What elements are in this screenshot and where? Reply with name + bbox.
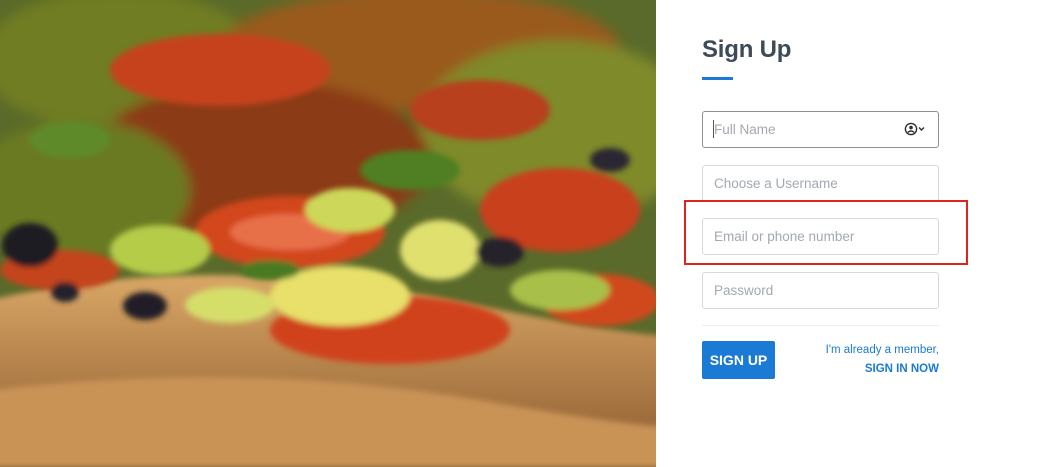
title-underline: [702, 77, 733, 80]
chevron-down-icon: [918, 127, 925, 131]
account-circle-icon: [904, 122, 925, 136]
page-title: Sign Up: [702, 36, 792, 63]
email-input[interactable]: [703, 219, 938, 254]
password-input[interactable]: [703, 273, 938, 308]
hero-pizza-image: [0, 0, 656, 467]
sign-up-button[interactable]: SIGN UP: [702, 341, 775, 379]
username-field[interactable]: [702, 165, 939, 202]
password-field[interactable]: [702, 272, 939, 309]
username-input[interactable]: [703, 166, 938, 201]
account-autofill-button[interactable]: [904, 122, 926, 136]
text-caret: [713, 120, 714, 138]
sign-in-link[interactable]: SIGN IN NOW: [865, 363, 939, 375]
email-field[interactable]: [702, 218, 939, 255]
member-prompt-text: I'm already a member,: [825, 344, 939, 356]
full-name-input[interactable]: [703, 112, 938, 147]
form-divider: [702, 325, 939, 326]
